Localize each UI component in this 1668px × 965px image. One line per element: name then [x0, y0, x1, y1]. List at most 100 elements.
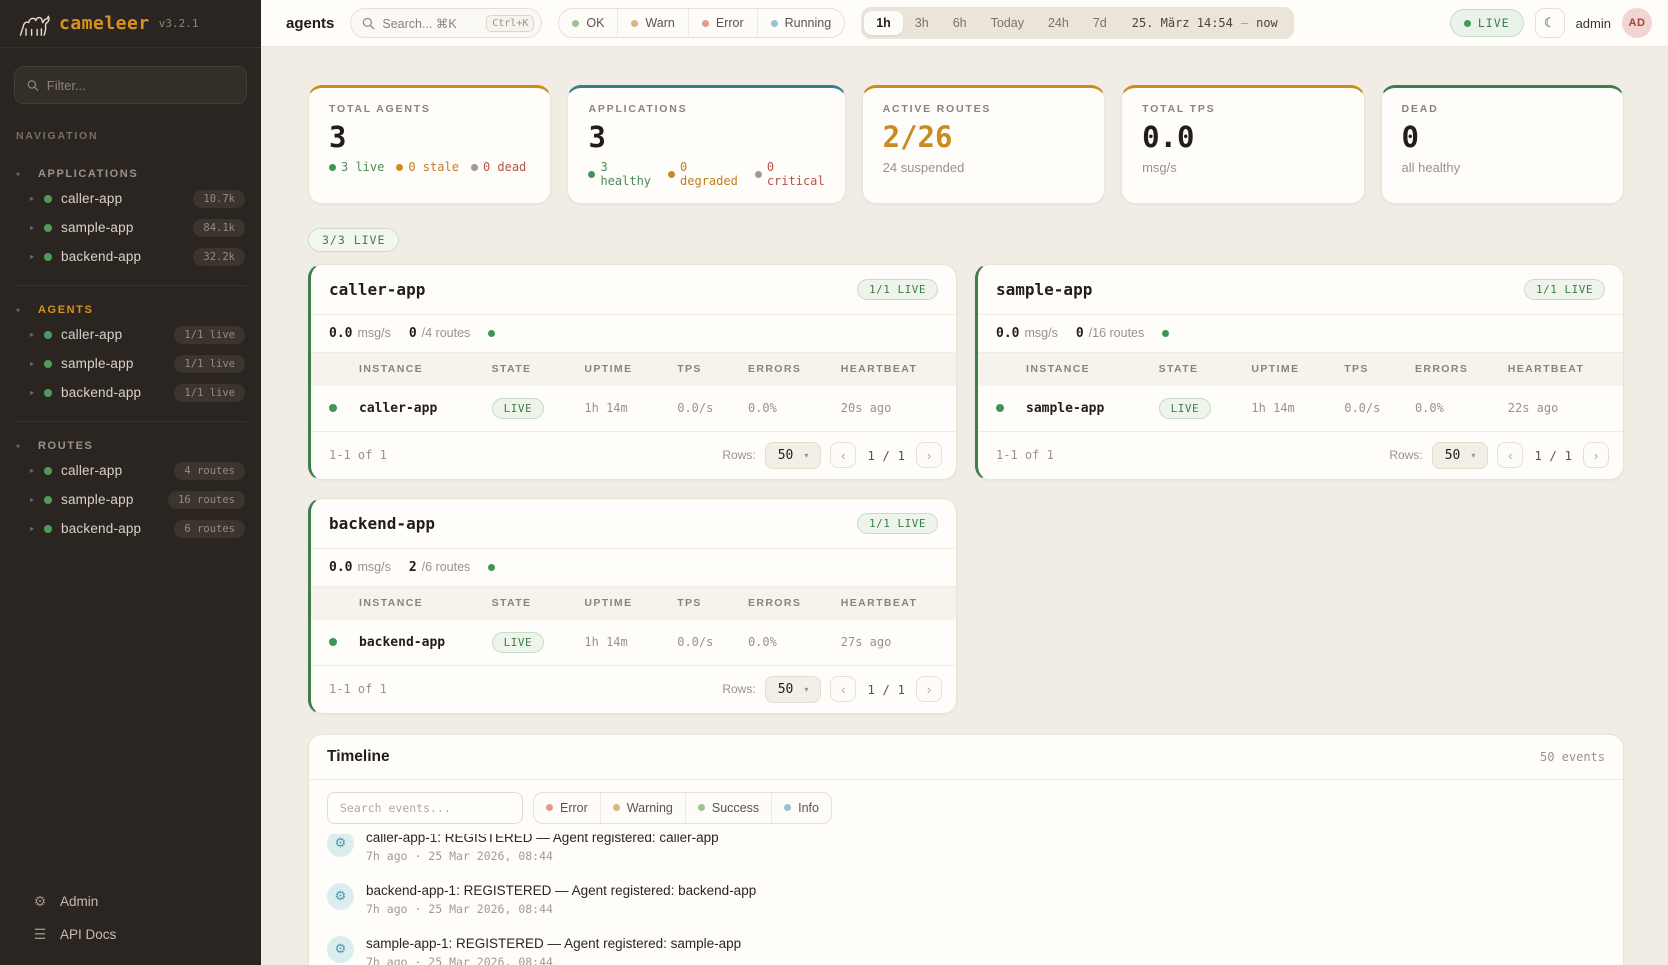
event-list[interactable]: ⚙ caller-app-1: REGISTERED — Agent regis…: [309, 834, 1623, 965]
sidebar-item-applications-caller-app[interactable]: ▸ caller-app 10.7k: [14, 184, 247, 213]
event-gear-icon: ⚙: [327, 834, 354, 857]
chevron-right-icon: ▸: [24, 223, 40, 232]
sidebar-section-applications: ▾ APPLICATIONS ▸ caller-app 10.7k ▸ samp…: [14, 152, 247, 271]
event-filter-warning[interactable]: Warning: [600, 793, 685, 823]
item-badge: 1/1 live: [174, 384, 245, 402]
sidebar-item-admin[interactable]: ⚙ Admin: [18, 893, 243, 910]
filter-input[interactable]: [47, 78, 234, 93]
state-badge: LIVE: [492, 632, 545, 653]
rows-per-page-select[interactable]: 50 ▾: [765, 676, 822, 703]
prev-page-button[interactable]: ‹: [830, 442, 856, 468]
rows-per-page-select[interactable]: 50 ▾: [1432, 442, 1489, 469]
status-dot: [44, 195, 52, 203]
app-name: cameleer: [59, 13, 150, 34]
health-dot: [488, 330, 495, 337]
warning-dot: [613, 804, 620, 811]
sidebar-filter[interactable]: [14, 66, 247, 104]
event-filter-success[interactable]: Success: [685, 793, 771, 823]
table-row[interactable]: caller-app LIVE 1h 14m 0.0/s 0.0% 20s ag…: [311, 386, 956, 431]
sidebar-item-routes-caller-app[interactable]: ▸ caller-app 4 routes: [14, 456, 247, 485]
time-range-today[interactable]: Today: [979, 11, 1036, 35]
item-badge: 1/1 live: [174, 326, 245, 344]
stat-card-active-routes: ACTIVE ROUTES 2/26 24 suspended: [862, 85, 1105, 204]
table-row[interactable]: sample-app LIVE 1h 14m 0.0/s 0.0% 22s ag…: [978, 386, 1623, 431]
rows-per-page-select[interactable]: 50 ▾: [765, 442, 822, 469]
section-header-agents[interactable]: ▾ AGENTS: [14, 300, 247, 320]
chevron-right-icon: ▸: [24, 388, 40, 397]
next-page-button[interactable]: ›: [916, 676, 942, 702]
sidebar-item-agents-backend-app[interactable]: ▸ backend-app 1/1 live: [14, 378, 247, 407]
table-header: INSTANCE STATE UPTIME TPS ERRORS HEARTBE…: [311, 587, 956, 620]
chevron-down-icon: ▾: [804, 685, 808, 694]
sidebar-footer: ⚙ Admin ☰ API Docs: [14, 879, 247, 965]
section-header-applications[interactable]: ▾ APPLICATIONS: [14, 164, 247, 184]
time-range-6h[interactable]: 6h: [941, 11, 979, 35]
apps-grid: caller-app 1/1 LIVE 0.0msg/s 0/4 routes …: [308, 264, 1624, 714]
next-page-button[interactable]: ›: [1583, 442, 1609, 468]
error-dot: [702, 20, 709, 27]
table-row[interactable]: backend-app LIVE 1h 14m 0.0/s 0.0% 27s a…: [311, 620, 956, 665]
filter-chip-warn[interactable]: Warn: [617, 9, 687, 37]
navigation-label: NAVIGATION: [16, 130, 245, 142]
stat-value: 0.0: [1142, 120, 1343, 154]
stat-card-dead: DEAD 0 all healthy: [1381, 85, 1624, 204]
section-header-routes[interactable]: ▾ ROUTES: [14, 436, 247, 456]
live-count-badge: 1/1 LIVE: [1524, 279, 1605, 300]
item-badge: 16 routes: [168, 491, 245, 509]
sidebar-item-routes-backend-app[interactable]: ▸ backend-app 6 routes: [14, 514, 247, 543]
live-indicator[interactable]: LIVE: [1450, 9, 1524, 37]
time-range-display[interactable]: 25. März 14:54 — now: [1119, 16, 1291, 30]
state-badge: LIVE: [1159, 398, 1212, 419]
stat-value: 3: [588, 120, 824, 154]
time-range-3h[interactable]: 3h: [903, 11, 941, 35]
item-badge: 1/1 live: [174, 355, 245, 373]
time-range-24h[interactable]: 24h: [1036, 11, 1081, 35]
events-search-input[interactable]: [340, 801, 510, 815]
page-title: agents: [286, 15, 334, 32]
chevron-down-icon: ▾: [1471, 451, 1475, 460]
state-badge: LIVE: [492, 398, 545, 419]
stale-dot: [396, 164, 403, 171]
item-badge: 10.7k: [193, 190, 245, 208]
item-badge: 6 routes: [174, 520, 245, 538]
list-item: ⚙ caller-app-1: REGISTERED — Agent regis…: [327, 834, 1605, 873]
sidebar-item-applications-sample-app[interactable]: ▸ sample-app 84.1k: [14, 213, 247, 242]
sidebar-item-routes-sample-app[interactable]: ▸ sample-app 16 routes: [14, 485, 247, 514]
prev-page-button[interactable]: ‹: [830, 676, 856, 702]
prev-page-button[interactable]: ‹: [1497, 442, 1523, 468]
info-dot: [784, 804, 791, 811]
timeline-title: Timeline: [327, 748, 390, 766]
search-placeholder: Search... ⌘K: [382, 16, 479, 31]
status-dot: [329, 638, 337, 646]
time-range-1h[interactable]: 1h: [864, 11, 903, 35]
stat-value: 0: [1402, 120, 1603, 154]
event-filter-error[interactable]: Error: [534, 793, 600, 823]
content: TOTAL AGENTS 3 3 live 0 stale 0 dead APP…: [261, 47, 1668, 965]
section-label: AGENTS: [38, 304, 93, 316]
avatar[interactable]: AD: [1622, 8, 1652, 38]
chevron-down-icon: ▾: [16, 170, 38, 179]
sidebar-item-applications-backend-app[interactable]: ▸ backend-app 32.2k: [14, 242, 247, 271]
sidebar-item-api-docs[interactable]: ☰ API Docs: [18, 926, 243, 943]
event-filter-info[interactable]: Info: [771, 793, 831, 823]
topbar-right: LIVE ☾ admin AD: [1450, 8, 1652, 38]
theme-toggle-button[interactable]: ☾: [1535, 8, 1565, 38]
filter-chip-ok[interactable]: OK: [559, 9, 617, 37]
status-dot: [44, 224, 52, 232]
sidebar-item-agents-caller-app[interactable]: ▸ caller-app 1/1 live: [14, 320, 247, 349]
error-dot: [546, 804, 553, 811]
main-area: agents Search... ⌘K Ctrl+K OK Warn Error: [261, 0, 1668, 965]
status-dot: [44, 360, 52, 368]
app-card-title: sample-app: [996, 280, 1092, 299]
health-dot: [1162, 330, 1169, 337]
sidebar-item-agents-sample-app[interactable]: ▸ sample-app 1/1 live: [14, 349, 247, 378]
chevron-right-icon: ▸: [24, 252, 40, 261]
global-search[interactable]: Search... ⌘K Ctrl+K: [350, 8, 542, 38]
stat-card-applications: APPLICATIONS 3 3healthy 0degraded 0criti…: [567, 85, 845, 204]
time-range-7d[interactable]: 7d: [1081, 11, 1119, 35]
filter-chip-error[interactable]: Error: [688, 9, 757, 37]
events-search[interactable]: [327, 792, 523, 824]
next-page-button[interactable]: ›: [916, 442, 942, 468]
filter-chip-running[interactable]: Running: [757, 9, 845, 37]
chevron-down-icon: ▾: [16, 442, 38, 451]
